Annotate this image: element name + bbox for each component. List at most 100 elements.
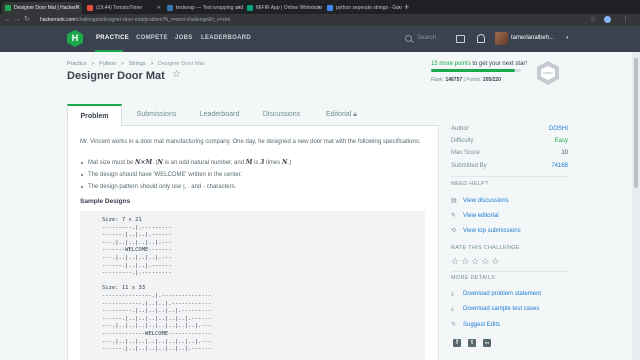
google-favicon-icon xyxy=(327,5,333,11)
difficulty-row: Difficulty Easy xyxy=(451,138,568,148)
browser-tab-label: (19:44) TomatoTimer xyxy=(96,5,143,11)
nav-practice[interactable]: PRACTICE xyxy=(96,35,129,41)
twitter-icon[interactable]: t xyxy=(468,339,476,347)
sample-designs-heading: Sample Designs xyxy=(80,198,131,205)
close-tab-icon[interactable]: ✕ xyxy=(75,2,79,14)
star-progress-fill xyxy=(431,69,515,72)
sample-code-block: Size: 7 x 21 ---------.|.--------- -----… xyxy=(80,211,425,360)
new-tab-button[interactable]: + xyxy=(404,1,409,13)
next-star-message: 15 more points to get your next star! xyxy=(431,61,527,67)
search-icon[interactable] xyxy=(405,35,412,42)
browser-tab-label: MIFIR App | Online Whiteboar xyxy=(256,5,323,11)
submitted-by-label: Submitted By xyxy=(451,163,487,169)
site-header: H PRACTICE COMPETE JOBS LEADERBOARD Sear… xyxy=(0,26,640,52)
bookmark-star-icon[interactable]: ☆ xyxy=(590,15,596,25)
submitted-by-value[interactable]: 74168 xyxy=(551,163,568,169)
link-label: View discussions xyxy=(463,198,509,204)
bookmark-star-icon[interactable]: ☆ xyxy=(172,69,181,80)
rating-star-icon[interactable]: ☆ xyxy=(491,256,501,266)
avatar[interactable] xyxy=(495,32,508,45)
close-tab-icon[interactable]: ✕ xyxy=(237,2,241,14)
nav-jobs[interactable]: JOBS xyxy=(175,35,193,41)
close-tab-icon[interactable]: ✕ xyxy=(157,2,161,14)
url-host: hackerrank.com xyxy=(40,17,76,23)
rating-star-icon[interactable]: ☆ xyxy=(451,256,461,266)
tab-discussions[interactable]: Discussions xyxy=(254,104,309,126)
rating-star-icon[interactable]: ☆ xyxy=(461,256,471,266)
browser-tab[interactable]: (19:44) TomatoTimer ✕ xyxy=(84,2,164,14)
tab-submissions[interactable]: Submissions xyxy=(129,104,184,126)
active-nav-indicator xyxy=(95,50,123,52)
close-tab-icon[interactable]: ✕ xyxy=(317,2,321,14)
rank-line: Rank: 146757 | Points: 205/220 xyxy=(431,77,501,83)
chevron-down-icon[interactable]: ▾ xyxy=(566,35,569,41)
browser-tab[interactable]: textwrap — Text wrapping and ✕ xyxy=(164,2,244,14)
max-score-row: Max Score 10 xyxy=(451,150,568,160)
rate-heading: RATE THIS CHALLENGE xyxy=(451,245,520,251)
page-scrollbar[interactable] xyxy=(632,52,640,360)
spec-text: is an odd natural number, and xyxy=(163,160,246,166)
breadcrumb-separator: > xyxy=(91,61,95,67)
rating-stars: ☆☆☆☆☆ xyxy=(451,256,501,267)
nav-compete[interactable]: COMPETE xyxy=(136,35,168,41)
rank-separator: | xyxy=(463,77,465,83)
difficulty-label: Difficulty xyxy=(451,138,474,144)
notifications-bell-icon[interactable] xyxy=(477,34,485,43)
star-progress-bar xyxy=(431,69,521,72)
browser-tab[interactable]: Designer Door Mat | HackerR ✕ xyxy=(2,2,82,14)
profile-icon[interactable] xyxy=(604,16,611,23)
breadcrumb-python[interactable]: Python xyxy=(99,61,116,67)
view-editorial-link[interactable]: ✎ View editorial xyxy=(451,212,499,222)
points-message: to get your next star! xyxy=(470,61,528,67)
link-label: Download problem statement xyxy=(463,291,542,297)
download-icon: ⤓ xyxy=(451,291,454,297)
rating-star-icon[interactable]: ☆ xyxy=(481,256,491,266)
download-problem-statement-link[interactable]: ⤓ Download problem statement xyxy=(451,291,541,301)
editorial-icon: ✎ xyxy=(451,213,457,219)
search-input[interactable]: Search xyxy=(417,35,436,41)
back-arrow-icon[interactable]: ← xyxy=(4,15,11,25)
rating-star-icon[interactable]: ☆ xyxy=(471,256,481,266)
menu-dots-icon[interactable]: ⋮ xyxy=(622,15,629,25)
spec-text: is xyxy=(252,160,261,166)
view-discussions-link[interactable]: ▤ View discussions xyxy=(451,197,509,207)
tab-editorial[interactable]: Editorial 🔒︎ xyxy=(314,104,369,126)
link-label: Suggest Edits xyxy=(463,322,501,328)
list-item: The design pattern should only use |, . … xyxy=(80,181,425,193)
browser-tab-label: textwrap — Text wrapping and xyxy=(176,5,244,11)
browser-tab[interactable]: MIFIR App | Online Whiteboar ✕ xyxy=(244,2,324,14)
breadcrumb-strings[interactable]: Strings xyxy=(129,61,146,67)
problem-description: Mr. Vincent works in a door mat manufact… xyxy=(80,139,421,145)
points-value: 205/220 xyxy=(482,77,501,83)
username[interactable]: tamerlanalbeh... xyxy=(511,35,554,41)
browser-tab-label: Designer Door Mat | HackerR xyxy=(14,5,80,11)
url-path: /challenges/designer-door-mat/problem?h_… xyxy=(75,17,231,23)
max-score-value: 10 xyxy=(561,150,568,156)
breadcrumb-practice[interactable]: Practice xyxy=(67,61,87,67)
edit-icon: ✎ xyxy=(451,322,457,328)
nav-leaderboard[interactable]: LEADERBOARD xyxy=(201,35,251,41)
url-field[interactable]: hackerrank.com/challenges/designer-door-… xyxy=(40,16,480,24)
browser-tab-label: python seperate strings - Goo xyxy=(336,5,402,11)
link-label: Download sample test cases xyxy=(463,306,540,312)
download-sample-test-cases-link[interactable]: ⤓ Download sample test cases xyxy=(451,306,539,316)
browser-tab[interactable]: python seperate strings - Goo ✕ xyxy=(324,2,404,14)
tab-leaderboard[interactable]: Leaderboard xyxy=(192,104,247,126)
forward-arrow-icon[interactable]: → xyxy=(14,15,21,25)
facebook-icon[interactable]: f xyxy=(453,339,461,347)
messages-icon[interactable] xyxy=(456,35,465,43)
linkedin-icon[interactable]: in xyxy=(483,339,491,347)
tab-problem[interactable]: Problem xyxy=(67,104,122,126)
page-title: Designer Door Mat xyxy=(67,70,165,82)
discussion-icon: ▤ xyxy=(451,198,457,204)
rank-label: Rank: xyxy=(431,77,446,83)
author-value[interactable]: DOSHI xyxy=(549,126,568,132)
address-bar: ← → ↻ hackerrank.com/challenges/designer… xyxy=(0,14,640,26)
close-tab-icon[interactable]: ✕ xyxy=(397,2,401,14)
suggest-edits-link[interactable]: ✎ Suggest Edits xyxy=(451,321,500,331)
hackerrank-logo-icon[interactable]: H xyxy=(67,30,83,47)
reload-icon[interactable]: ↻ xyxy=(24,15,30,25)
view-top-submissions-link[interactable]: ⟲ View top submissions xyxy=(451,227,521,237)
scrollbar-thumb[interactable] xyxy=(634,58,638,188)
tab-editorial-label: Editorial xyxy=(326,111,352,118)
